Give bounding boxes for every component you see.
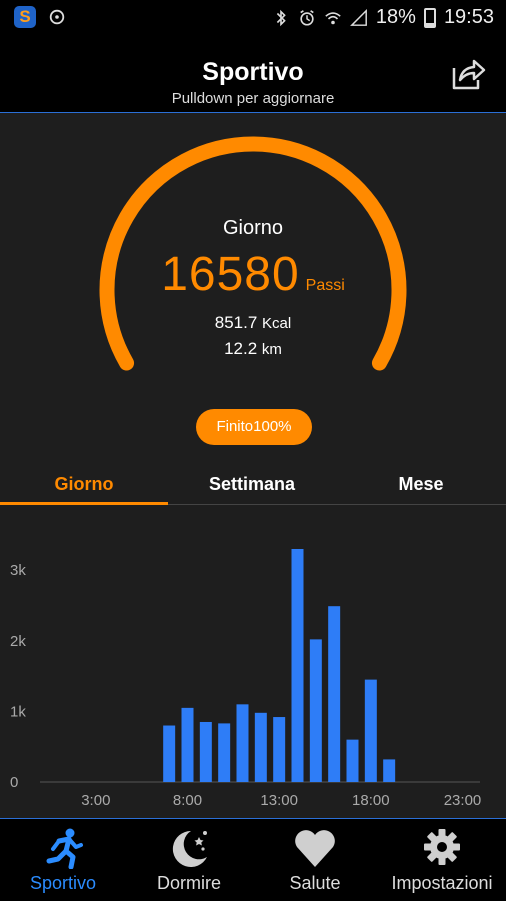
status-bar: S 18% 19:53	[0, 0, 506, 36]
y-tick-label: 3k	[10, 562, 26, 579]
nav-salute[interactable]: Salute	[252, 819, 378, 901]
wifi-icon	[325, 11, 341, 24]
chart-bar[interactable]	[236, 704, 249, 782]
nav-sportivo[interactable]: Sportivo	[0, 819, 126, 901]
chart-bar[interactable]	[199, 721, 212, 782]
chart-bar[interactable]	[273, 717, 286, 782]
steps-bar-chart: 0 1k 2k 3k 3:00 8:00 13:00 18:00 23:00	[10, 549, 482, 809]
page-title: Sportivo	[202, 58, 304, 86]
nav-label-sportivo: Sportivo	[29, 873, 97, 893]
bottom-navigation: Sportivo Dormire Salute Impostazioni	[0, 818, 506, 901]
chart-bar[interactable]	[309, 639, 322, 782]
x-tick-label: 3:00	[81, 792, 110, 809]
chart-bar[interactable]	[218, 723, 231, 782]
chart-bar[interactable]	[254, 712, 267, 782]
x-tick-label: 13:00	[260, 792, 298, 809]
chart-bar[interactable]	[383, 759, 396, 782]
distance-display: 12.2 km	[0, 339, 506, 359]
chart-bar[interactable]	[346, 739, 359, 782]
chart-bar[interactable]	[181, 707, 194, 782]
moon-stars-icon	[172, 830, 207, 867]
period-tabs: Giorno Settimana Mese	[0, 464, 506, 505]
x-tick-label: 23:00	[444, 792, 482, 809]
goal-status-button[interactable]: Finito100%	[196, 409, 312, 445]
running-icon	[46, 828, 83, 869]
bluetooth-icon	[276, 9, 286, 26]
nav-label-impostazioni: Impostazioni	[391, 873, 493, 893]
share-icon[interactable]	[448, 54, 488, 94]
app-badge-icon: S	[14, 6, 36, 28]
tab-week[interactable]: Settimana	[168, 474, 336, 495]
period-label: Giorno	[222, 217, 284, 239]
steps-unit: Passi	[305, 277, 345, 294]
notification-icon	[49, 9, 65, 25]
chart-bar[interactable]	[364, 679, 377, 782]
chart-bar[interactable]	[163, 725, 176, 782]
activity-summary: Giorno 16580 Passi 851.7 Kcal 12.2 km Fin…	[0, 113, 506, 463]
battery-percent: 18%	[375, 6, 416, 28]
calories-value: 851.7	[214, 313, 258, 332]
steps-display: 16580 Passi	[0, 247, 506, 302]
calories-unit: Kcal	[262, 315, 292, 332]
tab-day[interactable]: Giorno	[0, 474, 168, 495]
y-tick-label: 1k	[10, 703, 26, 720]
distance-value: 12.2	[224, 339, 258, 358]
x-tick-label: 8:00	[173, 792, 202, 809]
alarm-icon	[300, 9, 314, 26]
tab-month[interactable]: Mese	[336, 474, 506, 495]
app-header: Sportivo Pulldown per aggiornare	[0, 36, 506, 113]
chart-bar[interactable]	[328, 606, 341, 782]
page-subtitle: Pulldown per aggiornare	[171, 90, 335, 107]
nav-dormire[interactable]: Dormire	[126, 819, 252, 901]
x-tick-label: 18:00	[352, 792, 390, 809]
clock: 19:53	[443, 6, 494, 28]
nav-label-dormire: Dormire	[156, 873, 221, 893]
distance-unit: km	[261, 341, 282, 358]
gear-icon	[424, 829, 460, 865]
calories-display: 851.7 Kcal	[0, 313, 506, 333]
y-tick-label: 2k	[10, 633, 26, 650]
y-tick-label: 0	[10, 774, 18, 791]
battery-icon	[423, 7, 436, 28]
nav-label-salute: Salute	[289, 873, 341, 893]
steps-chart: 0 1k 2k 3k 3:00 8:00 13:00 18:00 23:00	[0, 505, 506, 818]
nav-impostazioni[interactable]: Impostazioni	[378, 819, 506, 901]
chart-bar[interactable]	[291, 549, 304, 782]
signal-icon	[349, 8, 367, 26]
steps-value: 16580	[161, 248, 300, 301]
heart-icon	[295, 830, 335, 867]
